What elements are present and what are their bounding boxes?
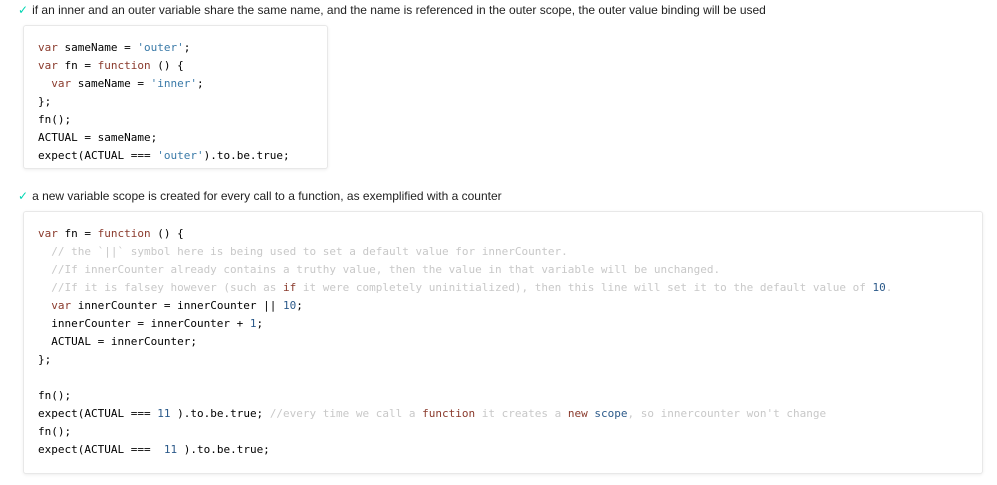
code-line: ACTUAL = sameName;	[38, 129, 313, 147]
code-token: , so innercounter won't change	[627, 407, 827, 420]
code-token: fn();	[38, 389, 72, 402]
code-token: // the `||` symbol here is being used to…	[38, 245, 568, 258]
code-token: ACTUAL = innerCounter;	[38, 335, 197, 348]
code-token: innerCounter = innerCounter +	[38, 317, 250, 330]
code-token: var	[51, 299, 72, 312]
code-token: it were completely uninitialized), then …	[296, 281, 873, 294]
code-token: ).to.be.true;	[203, 149, 290, 162]
code-token: () {	[150, 59, 184, 72]
code-token: expect(ACTUAL ===	[38, 149, 158, 162]
code-token: sameName =	[71, 77, 151, 90]
code-token: 11	[163, 443, 178, 456]
code-line: expect(ACTUAL === 'outer').to.be.true;	[38, 147, 313, 165]
code-token: //If innerCounter already contains a tru…	[38, 263, 721, 276]
code-line: };	[38, 93, 313, 111]
code-line: var sameName = 'inner';	[38, 75, 313, 93]
code-token: ;	[256, 317, 264, 330]
test-title-text[interactable]: a new variable scope is created for ever…	[32, 189, 502, 203]
code-token: function	[97, 59, 151, 72]
code-token: () {	[150, 227, 184, 240]
code-token: new	[567, 407, 588, 420]
code-token: fn();	[38, 113, 72, 126]
code-line: };	[38, 351, 968, 369]
code-token: ).to.be.true;	[177, 443, 270, 456]
code-line: //If it is falsey however (such as if it…	[38, 279, 968, 297]
code-token: .	[885, 281, 893, 294]
code-token: ACTUAL = sameName;	[38, 131, 158, 144]
code-line: innerCounter = innerCounter + 1;	[38, 315, 968, 333]
code-line: expect(ACTUAL === 11 ).to.be.true;	[38, 441, 968, 459]
code-token: ).to.be.true;	[170, 407, 270, 420]
code-token: 10	[872, 281, 886, 294]
code-token: var	[38, 41, 58, 54]
code-token: innerCounter = innerCounter ||	[71, 299, 284, 312]
code-line: ACTUAL = innerCounter;	[38, 333, 968, 351]
code-line: fn();	[38, 387, 968, 405]
check-icon: ✓	[18, 189, 29, 203]
code-token: 10	[283, 299, 297, 312]
code-line: fn();	[38, 423, 968, 441]
code-token: ;	[296, 299, 303, 312]
code-line: //If innerCounter already contains a tru…	[38, 261, 968, 279]
code-line: expect(ACTUAL === 11 ).to.be.true; //eve…	[38, 405, 968, 423]
code-token: };	[38, 95, 52, 108]
code-token: //every time we call a	[269, 407, 423, 420]
code-token: fn =	[57, 227, 98, 240]
code-block-1: var sameName = 'outer'; var fn = function…	[23, 25, 328, 169]
code-token: expect(ACTUAL ===	[38, 407, 158, 420]
code-token: expect(ACTUAL ===	[38, 443, 164, 456]
code-token: var	[51, 77, 72, 90]
code-token: 'outer'	[157, 149, 204, 162]
code-token: //If it is falsey however (such as	[38, 281, 284, 294]
code-token: fn =	[57, 59, 98, 72]
test-title-1[interactable]: ✓ if an inner and an outer variable share…	[18, 3, 766, 17]
code-token: 1	[249, 317, 257, 330]
code-token: sameName =	[57, 41, 138, 54]
code-token: };	[38, 353, 52, 366]
code-line: var fn = function () {	[38, 57, 313, 75]
code-token: var	[38, 59, 58, 72]
code-token: if	[283, 281, 297, 294]
code-token: fn();	[38, 425, 72, 438]
code-line: // the `||` symbol here is being used to…	[38, 243, 968, 261]
code-token: ;	[183, 41, 191, 54]
code-block-2: var fn = function () { // the `||` symbo…	[23, 211, 983, 474]
code-token: var	[38, 227, 58, 240]
test-title-text[interactable]: if an inner and an outer variable share …	[32, 3, 766, 17]
code-token: 'outer'	[137, 41, 184, 54]
code-line: var innerCounter = innerCounter || 10;	[38, 297, 968, 315]
code-line: var sameName = 'outer';	[38, 39, 313, 57]
code-token: ;	[196, 77, 204, 90]
code-line: fn();	[38, 111, 313, 129]
code-token: it creates a	[475, 407, 568, 420]
code-line: var fn = function () {	[38, 225, 968, 243]
code-token: 11	[157, 407, 171, 420]
code-token: function	[422, 407, 476, 420]
code-token: 'inner'	[150, 77, 197, 90]
code-token: scope	[594, 407, 628, 420]
code-token: function	[97, 227, 151, 240]
test-title-2[interactable]: ✓ a new variable scope is created for eve…	[18, 189, 502, 203]
check-icon: ✓	[18, 3, 29, 17]
